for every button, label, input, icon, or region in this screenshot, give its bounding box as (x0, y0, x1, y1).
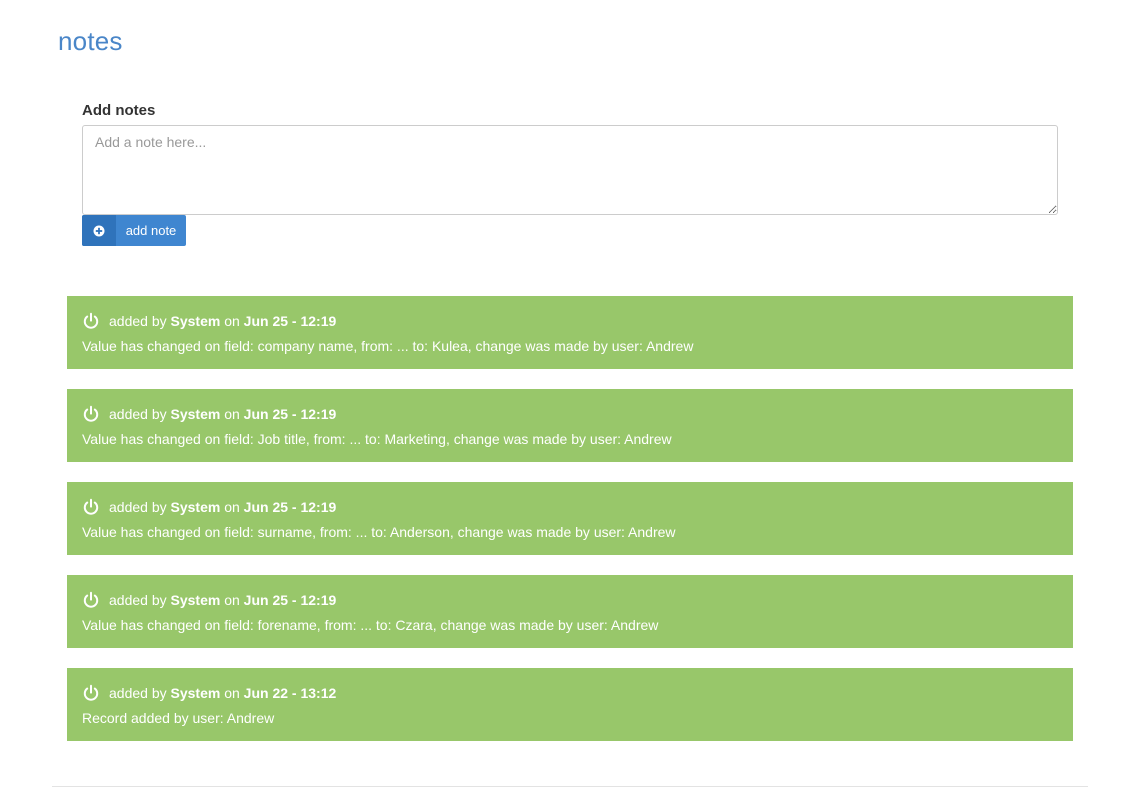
note-prefix: added by (109, 406, 167, 422)
page-title: notes (58, 26, 123, 56)
note-author: System (170, 406, 221, 422)
note-text: Value has changed on field: Job title, f… (82, 431, 672, 447)
note-prefix: added by (109, 313, 167, 329)
add-note-button[interactable]: add note (82, 215, 186, 246)
note-header: added by System on Jun 22 - 13:12 (82, 682, 1058, 704)
note-text: Value has changed on field: company name… (82, 338, 694, 354)
note-date: Jun 22 - 13:12 (243, 685, 337, 701)
note-prefix: added by (109, 499, 167, 515)
note-text: Value has changed on field: forename, fr… (82, 617, 659, 633)
note-item: added by System on Jun 25 - 12:19 Value … (67, 389, 1073, 462)
note-date: Jun 25 - 12:19 (243, 406, 337, 422)
plus-circle-icon (82, 215, 116, 246)
note-item: added by System on Jun 22 - 13:12 Record… (67, 668, 1073, 741)
notes-page: notes Add notes add note added by System… (0, 0, 1141, 808)
note-header: added by System on Jun 25 - 12:19 (82, 403, 1058, 425)
add-note-button-label: add note (125, 223, 177, 238)
note-author: System (170, 499, 221, 515)
power-icon (83, 498, 99, 515)
add-notes-label: Add notes (82, 102, 156, 119)
note-header: added by System on Jun 25 - 12:19 (82, 589, 1058, 611)
notes-list: added by System on Jun 25 - 12:19 Value … (67, 296, 1073, 761)
note-prefix: added by (109, 685, 167, 701)
power-icon (83, 405, 99, 422)
note-date: Jun 25 - 12:19 (243, 499, 337, 515)
note-item: added by System on Jun 25 - 12:19 Value … (67, 575, 1073, 648)
note-header: added by System on Jun 25 - 12:19 (82, 496, 1058, 518)
note-date: Jun 25 - 12:19 (243, 592, 337, 608)
note-author: System (170, 313, 221, 329)
note-item: added by System on Jun 25 - 12:19 Value … (67, 296, 1073, 369)
power-icon (83, 312, 99, 329)
power-icon (83, 591, 99, 608)
footer-divider (52, 786, 1088, 787)
note-author: System (170, 685, 221, 701)
note-input[interactable] (82, 125, 1058, 215)
note-item: added by System on Jun 25 - 12:19 Value … (67, 482, 1073, 555)
power-icon (83, 684, 99, 701)
note-on: on (224, 685, 240, 701)
note-on: on (224, 313, 240, 329)
note-text: Record added by user: Andrew (82, 710, 275, 726)
note-date: Jun 25 - 12:19 (243, 313, 337, 329)
note-on: on (224, 406, 240, 422)
note-text: Value has changed on field: surname, fro… (82, 524, 676, 540)
note-on: on (224, 499, 240, 515)
note-prefix: added by (109, 592, 167, 608)
note-author: System (170, 592, 221, 608)
note-header: added by System on Jun 25 - 12:19 (82, 310, 1058, 332)
note-on: on (224, 592, 240, 608)
